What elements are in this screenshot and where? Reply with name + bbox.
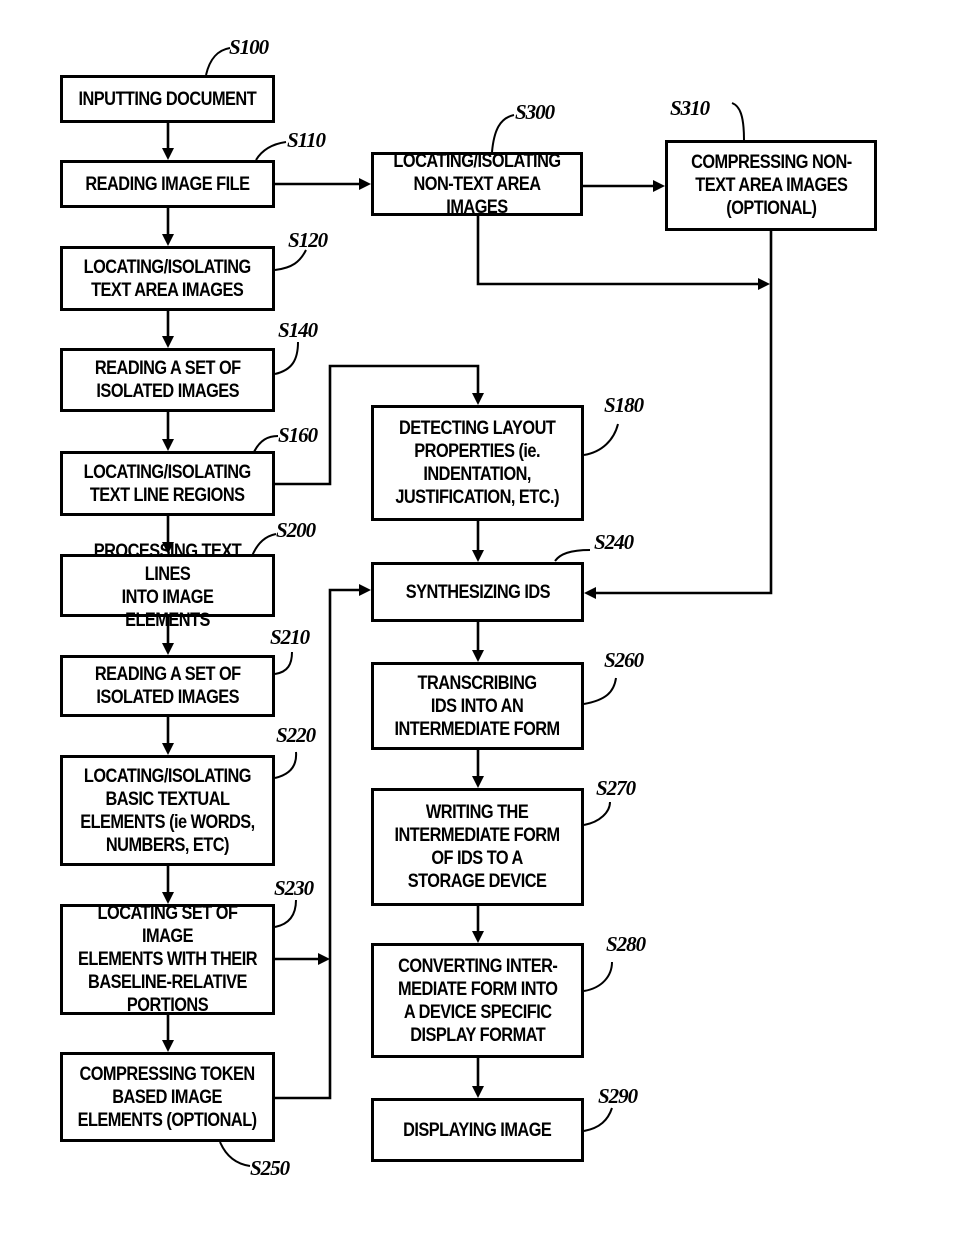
leader-s100 <box>205 47 231 76</box>
arrowhead <box>472 393 484 405</box>
step-label: LOCATING/ISOLATING TEXT LINE REGIONS <box>83 461 252 506</box>
arrowhead <box>653 180 665 192</box>
step-box-s200: PROCESSING TEXT LINES INTO IMAGE ELEMENT… <box>60 541 275 631</box>
step-label: WRITING THE INTERMEDIATE FORM OF IDS TO … <box>394 802 561 892</box>
step-ref-s280: S280 <box>606 932 646 956</box>
leader-s230 <box>274 899 297 928</box>
step-label: LOCATING SET OF IMAGE ELEMENTS WITH THEI… <box>77 903 258 1016</box>
step-ref-s240: S240 <box>594 530 634 554</box>
leader-s310 <box>731 102 745 141</box>
arrowhead <box>162 336 174 348</box>
leader-s180 <box>583 423 619 456</box>
step-label: READING A SET OF ISOLATED IMAGES <box>94 358 241 402</box>
step-ref-s310: S310 <box>670 96 710 120</box>
step-box-s280: CONVERTING INTER- MEDIATE FORM INTO A DE… <box>371 943 584 1058</box>
arrowhead <box>472 931 484 943</box>
step-label: INPUTTING DOCUMENT <box>78 88 257 110</box>
step-box-s160: LOCATING/ISOLATING TEXT LINE REGIONS <box>60 451 275 516</box>
arrowhead <box>162 148 174 160</box>
arrowhead <box>472 1086 484 1098</box>
step-ref-s200: S200 <box>276 518 316 542</box>
leader-s110 <box>255 141 287 161</box>
step-box-s240: SYNTHESIZING IDS <box>371 562 584 622</box>
step-ref-s180: S180 <box>604 393 644 417</box>
leader-s260 <box>583 677 617 705</box>
leader-s120 <box>274 249 307 271</box>
leader-s220 <box>274 751 298 779</box>
step-label: LOCATING/ISOLATING TEXT AREA IMAGES <box>83 256 252 301</box>
leader-s240 <box>554 549 591 562</box>
arrowhead <box>758 278 770 290</box>
leader-s160 <box>253 435 279 453</box>
step-ref-s250: S250 <box>250 1156 290 1180</box>
arrowhead <box>359 178 371 190</box>
step-ref-s230: S230 <box>274 876 314 900</box>
step-box-s300: LOCATING/ISOLATING NON-TEXT AREA IMAGES <box>371 150 583 218</box>
leader-s250 <box>219 1141 251 1167</box>
step-box-s110: READING IMAGE FILE <box>60 160 275 208</box>
step-box-s290: DISPLAYING IMAGE <box>371 1098 584 1162</box>
step-ref-s100: S100 <box>229 35 269 59</box>
leader-s280 <box>583 961 613 992</box>
leader-s290 <box>583 1107 613 1132</box>
step-box-s250: COMPRESSING TOKEN BASED IMAGE ELEMENTS (… <box>60 1052 275 1142</box>
arrowhead <box>472 650 484 662</box>
arrowhead <box>318 953 330 965</box>
step-label: SYNTHESIZING IDS <box>405 581 550 603</box>
step-label: TRANSCRIBING IDS INTO AN INTERMEDIATE FO… <box>394 672 561 740</box>
arrowhead <box>162 234 174 246</box>
step-box-s310: COMPRESSING NON- TEXT AREA IMAGES (OPTIO… <box>665 140 877 231</box>
step-ref-s270: S270 <box>596 776 636 800</box>
step-box-s140: READING A SET OF ISOLATED IMAGES <box>60 348 275 412</box>
step-label: READING IMAGE FILE <box>85 173 250 195</box>
step-label: COMPRESSING NON- TEXT AREA IMAGES (OPTIO… <box>690 152 852 219</box>
step-label: DETECTING LAYOUT PROPERTIES (ie. INDENTA… <box>395 418 560 508</box>
leader-s270 <box>583 801 611 826</box>
arrowhead <box>162 439 174 451</box>
step-box-s220: LOCATING/ISOLATING BASIC TEXTUAL ELEMENT… <box>60 755 275 866</box>
leader-s300 <box>491 114 515 153</box>
step-label: CONVERTING INTER- MEDIATE FORM INTO A DE… <box>397 955 558 1046</box>
arrowhead <box>472 776 484 788</box>
leader-s140 <box>274 341 299 375</box>
step-box-s120: LOCATING/ISOLATING TEXT AREA IMAGES <box>60 246 275 311</box>
step-label: LOCATING/ISOLATING NON-TEXT AREA IMAGES <box>393 150 561 218</box>
step-label: PROCESSING TEXT LINES INTO IMAGE ELEMENT… <box>93 540 242 631</box>
step-label: LOCATING/ISOLATING BASIC TEXTUAL ELEMENT… <box>80 765 255 856</box>
step-label: COMPRESSING TOKEN BASED IMAGE ELEMENTS (… <box>77 1063 258 1131</box>
step-ref-s290: S290 <box>598 1084 638 1108</box>
step-box-s260: TRANSCRIBING IDS INTO AN INTERMEDIATE FO… <box>371 662 584 750</box>
arrowhead <box>359 584 371 596</box>
arrowhead <box>584 587 596 599</box>
step-ref-s140: S140 <box>278 318 318 342</box>
step-box-s270: WRITING THE INTERMEDIATE FORM OF IDS TO … <box>371 788 584 906</box>
step-box-s100: INPUTTING DOCUMENT <box>60 75 275 123</box>
step-ref-s160: S160 <box>278 423 318 447</box>
step-box-s180: DETECTING LAYOUT PROPERTIES (ie. INDENTA… <box>371 405 584 521</box>
step-ref-s260: S260 <box>604 648 644 672</box>
step-box-s210: READING A SET OF ISOLATED IMAGES <box>60 655 275 717</box>
arrowhead <box>162 643 174 655</box>
step-ref-s300: S300 <box>515 100 555 124</box>
step-box-s230: LOCATING SET OF IMAGE ELEMENTS WITH THEI… <box>60 903 275 1016</box>
step-ref-s220: S220 <box>276 723 316 747</box>
flowchart-canvas: INPUTTING DOCUMENT S100 READING IMAGE FI… <box>0 0 973 1258</box>
leader-s210 <box>274 651 293 675</box>
step-label: DISPLAYING IMAGE <box>403 1119 552 1141</box>
step-ref-s120: S120 <box>288 228 328 252</box>
arrowhead <box>162 1040 174 1052</box>
step-label: READING A SET OF ISOLATED IMAGES <box>94 664 241 708</box>
step-ref-s210: S210 <box>270 625 310 649</box>
arrowhead <box>472 550 484 562</box>
arrowhead <box>162 743 174 755</box>
step-ref-s110: S110 <box>287 128 326 152</box>
